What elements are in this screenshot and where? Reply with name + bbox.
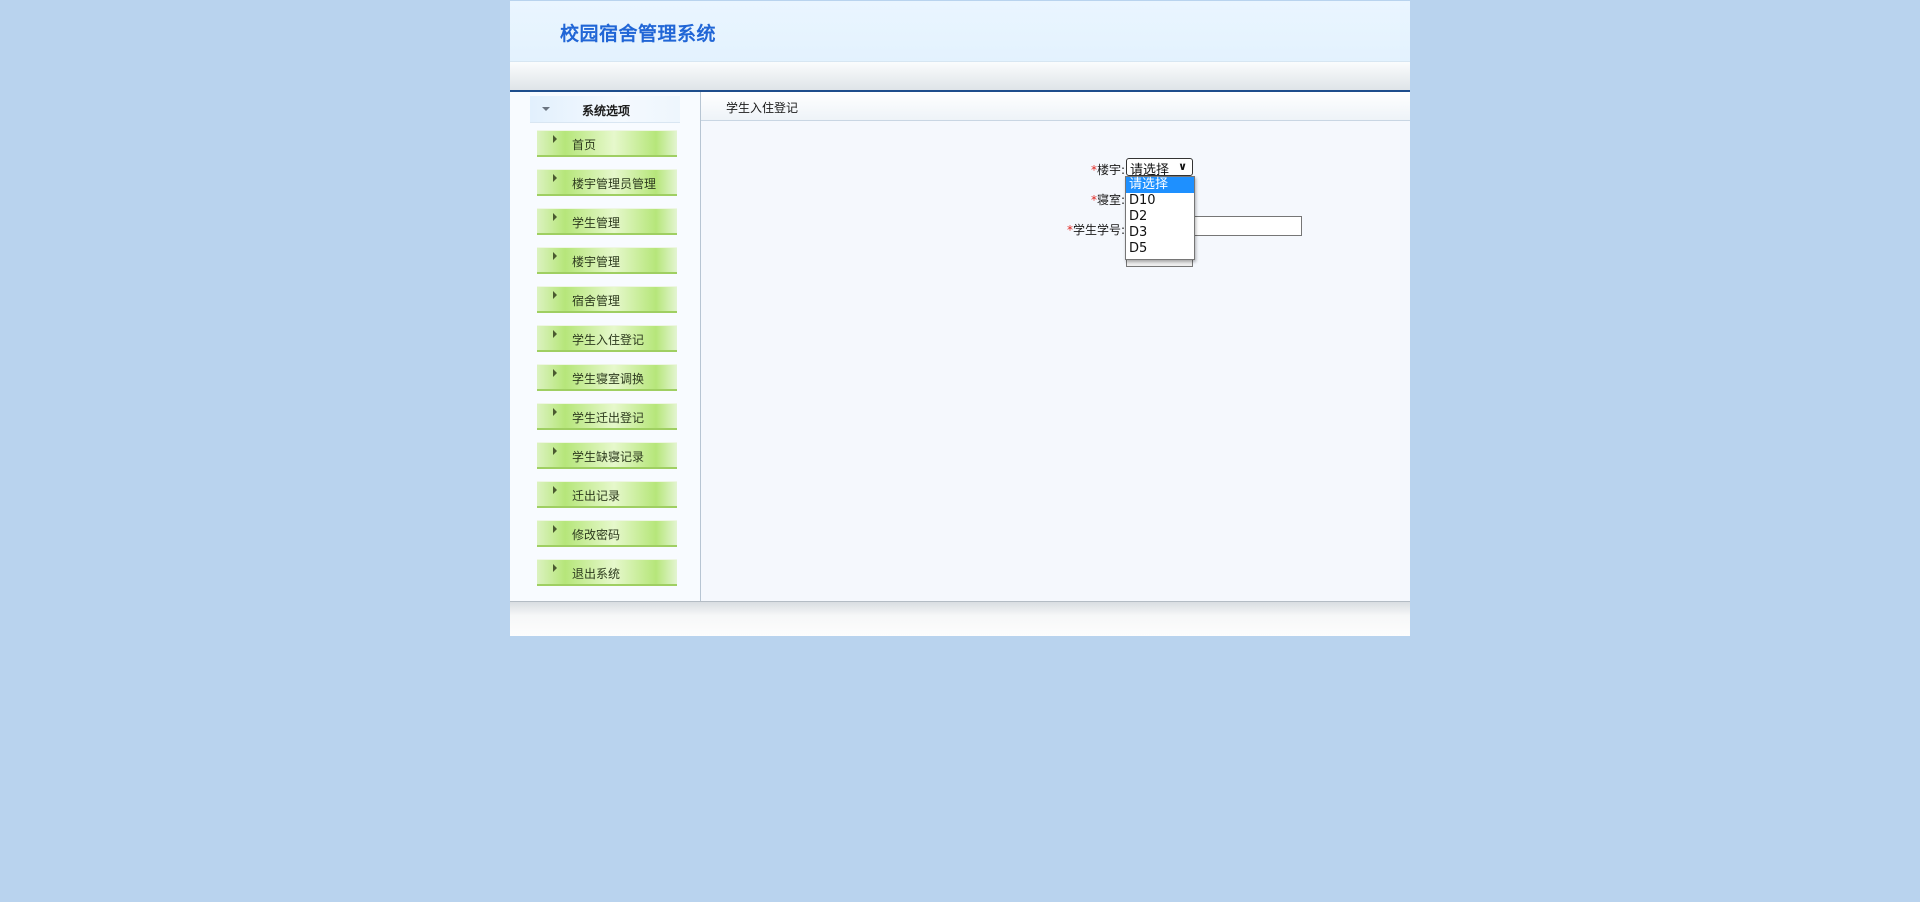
sidebar-item-label: 退出系统 [572,567,621,581]
arrow-right-icon [553,369,557,377]
dropdown-option[interactable]: D5 [1126,241,1194,257]
student-id-label: *学生学号: [1051,221,1125,238]
dropdown-option[interactable]: D10 [1126,193,1194,209]
sidebar-item-checkout-records[interactable]: 迁出记录 [537,481,677,508]
chevron-down-icon: ∨ [1178,160,1187,173]
sidebar-item-checkout[interactable]: 学生迁出登记 [537,403,677,430]
page-title: 学生入住登记 [726,101,799,115]
dropdown-option[interactable]: D3 [1126,225,1194,241]
arrow-right-icon [553,291,557,299]
building-dropdown-list[interactable]: 请选择 D10 D2 D3 D5 [1125,176,1195,260]
sidebar-item-logout[interactable]: 退出系统 [537,559,677,586]
caret-down-icon [542,107,550,111]
sidebar-item-label: 首页 [572,138,597,152]
sidebar-item-checkin[interactable]: 学生入住登记 [537,325,677,352]
sidebar: 系统选项 首页 楼宇管理员管理 学生管理 楼宇管理 宿舍管理 学生入住登记 学生… [510,92,701,601]
arrow-right-icon [553,447,557,455]
content-header: 学生入住登记 [701,92,1410,121]
sidebar-item-label: 宿舍管理 [572,294,621,308]
sidebar-item-dorms[interactable]: 宿舍管理 [537,286,677,313]
sidebar-item-absence[interactable]: 学生缺寝记录 [537,442,677,469]
sidebar-item-room-swap[interactable]: 学生寝室调换 [537,364,677,391]
arrow-right-icon [553,408,557,416]
sidebar-header[interactable]: 系统选项 [530,96,680,123]
arrow-right-icon [553,213,557,221]
footer [510,601,1410,636]
app-title: 校园宿舍管理系统 [560,23,717,45]
room-label-text: 寝室: [1096,193,1125,207]
arrow-right-icon [553,486,557,494]
arrow-right-icon [553,564,557,572]
arrow-right-icon [553,174,557,182]
sidebar-item-label: 学生寝室调换 [572,372,645,386]
page-container: 校园宿舍管理系统 系统选项 首页 楼宇管理员管理 学生管理 楼宇管理 宿舍管理 [510,1,1410,636]
sidebar-item-label: 学生入住登记 [572,333,645,347]
sidebar-item-label: 迁出记录 [572,489,621,503]
sidebar-item-buildings[interactable]: 楼宇管理 [537,247,677,274]
arrow-right-icon [553,525,557,533]
sidebar-item-label: 学生管理 [572,216,621,230]
header: 校园宿舍管理系统 [510,1,1410,62]
building-select[interactable]: 请选择 ∨ [1126,158,1193,178]
arrow-right-icon [553,252,557,260]
building-label: *楼宇: [1081,161,1125,178]
sidebar-item-home[interactable]: 首页 [537,130,677,157]
arrow-right-icon [553,135,557,143]
sidebar-header-label: 系统选项 [582,104,631,118]
sidebar-item-students[interactable]: 学生管理 [537,208,677,235]
sidebar-item-label: 楼宇管理 [572,255,621,269]
arrow-right-icon [553,330,557,338]
sidebar-item-label: 学生缺寝记录 [572,450,645,464]
dropdown-option[interactable]: D2 [1126,209,1194,225]
content-area: *楼宇: 请选择 ∨ *寝室: *学生学号: 请选择 D10 D2 D3 D5 [701,121,1410,601]
room-label: *寝室: [1081,191,1125,208]
sidebar-item-change-password[interactable]: 修改密码 [537,520,677,547]
sidebar-item-building-admin[interactable]: 楼宇管理员管理 [537,169,677,196]
student-id-label-text: 学生学号: [1072,223,1125,237]
sidebar-item-label: 楼宇管理员管理 [572,177,657,191]
dropdown-option[interactable]: 请选择 [1126,177,1194,193]
top-bar [510,62,1410,92]
sidebar-item-label: 学生迁出登记 [572,411,645,425]
building-label-text: 楼宇: [1096,163,1125,177]
sidebar-item-label: 修改密码 [572,528,621,542]
